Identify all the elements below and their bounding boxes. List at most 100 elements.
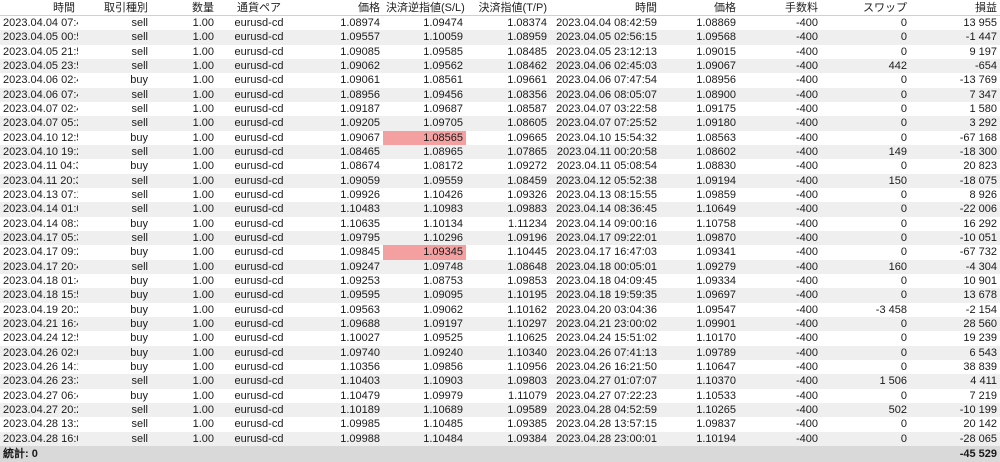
cell-close-price: 1.09697	[696, 289, 736, 302]
cell-take-profit: 1.09661	[507, 74, 547, 87]
table-row[interactable]: 2023.04.18 01:48:23 buy 1.00 eurusd-cd 1.092…	[0, 274, 1000, 288]
cell-trade-type: sell	[131, 403, 148, 416]
cell-open-time: 2023.04.07 02:42:23	[3, 102, 78, 115]
table-row[interactable]: 2023.04.27 20:25:32 sell 1.00 eurusd-cd 1.10…	[0, 402, 1000, 418]
table-row[interactable]: 2023.04.11 04:35:49 buy 1.00 eurusd-cd 1.086…	[0, 159, 1000, 173]
cell-close-price: 1.09859	[696, 188, 736, 201]
table-row[interactable]: 2023.04.06 02:46:29 buy 1.00 eurusd-cd 1.090…	[0, 73, 1000, 87]
cell-take-profit: 1.11234	[508, 217, 547, 230]
cell-trade-type: sell	[131, 102, 148, 115]
table-row[interactable]: 2023.04.28 16:03:15 sell 1.00 eurusd-cd 1.09…	[0, 431, 1000, 446]
column-header-stop-loss[interactable]: 決済逆指値(S/L)	[383, 0, 466, 16]
cell-swap: 0	[900, 160, 907, 173]
cell-open-time: 2023.04.27 20:25:32	[3, 403, 78, 416]
cell-symbol: eurusd-cd	[234, 217, 284, 230]
cell-commission: -400	[795, 59, 818, 72]
cell-open-price: 1.08674	[340, 160, 380, 173]
cell-swap: 1 506	[879, 375, 907, 388]
cell-trade-type: buy	[130, 217, 148, 230]
table-row[interactable]: 2023.04.07 02:42:23 sell 1.00 eurusd-cd 1.09…	[0, 102, 1000, 116]
column-header-open-time[interactable]: 時間	[0, 0, 78, 16]
cell-close-time: 2023.04.05 23:12:13	[556, 45, 657, 58]
table-row[interactable]: 2023.04.17 09:23:45 buy 1.00 eurusd-cd 1.098…	[0, 245, 1000, 260]
table-row[interactable]: 2023.04.06 07:47:55 sell 1.00 eurusd-cd 1.08…	[0, 87, 1000, 102]
cell-open-time: 2023.04.17 20:40:19	[3, 260, 78, 273]
cell-symbol: eurusd-cd	[234, 145, 284, 158]
cell-open-price: 1.09740	[340, 346, 380, 359]
table-row[interactable]: 2023.04.07 05:24:43 sell 1.00 eurusd-cd 1.09…	[0, 116, 1000, 131]
table-row[interactable]: 2023.04.26 23:33:26 sell 1.00 eurusd-cd 1.10…	[0, 374, 1000, 389]
column-header-close-time[interactable]: 時間	[550, 0, 660, 16]
table-row[interactable]: 2023.04.05 00:55:00 sell 1.00 eurusd-cd 1.09…	[0, 30, 1000, 45]
cell-take-profit: 1.11079	[508, 389, 547, 402]
cell-stop-loss: 1.09525	[423, 332, 463, 345]
cell-open-time: 2023.04.19 20:27:35	[3, 303, 78, 316]
cell-volume: 1.00	[192, 389, 214, 402]
column-header-volume[interactable]: 数量	[151, 0, 217, 16]
table-row[interactable]: 2023.04.11 20:39:07 sell 1.00 eurusd-cd 1.09…	[0, 173, 1000, 188]
cell-stop-loss: 1.09979	[423, 389, 463, 402]
cell-trade-type: buy	[130, 274, 148, 287]
cell-profit: 7 219	[969, 389, 997, 402]
table-row[interactable]: 2023.04.27 06:47:16 buy 1.00 eurusd-cd 1.104…	[0, 389, 1000, 403]
column-header-open-price[interactable]: 価格	[301, 0, 383, 16]
table-row[interactable]: 2023.04.24 12:59:01 buy 1.00 eurusd-cd 1.100…	[0, 331, 1000, 345]
table-row[interactable]: 2023.04.19 20:27:35 buy 1.00 eurusd-cd 1.095…	[0, 303, 1000, 317]
cell-close-price: 1.10170	[696, 332, 736, 345]
cell-swap: 0	[900, 203, 907, 216]
table-row[interactable]: 2023.04.10 12:51:23 buy 1.00 eurusd-cd 1.090…	[0, 130, 1000, 145]
cell-stop-loss: 1.09197	[423, 317, 463, 330]
cell-close-time: 2023.04.07 03:22:58	[556, 102, 657, 115]
cell-open-price: 1.09988	[340, 432, 380, 445]
cell-trade-type: buy	[130, 303, 148, 316]
cell-volume: 1.00	[192, 74, 214, 87]
table-row[interactable]: 2023.04.04 07:46:57 sell 1.00 eurusd-cd 1.08…	[0, 16, 1000, 30]
column-header-close-price[interactable]: 価格	[660, 0, 739, 16]
table-row[interactable]: 2023.04.17 20:40:19 sell 1.00 eurusd-cd 1.09…	[0, 259, 1000, 274]
column-header-trade-type[interactable]: 取引種別	[78, 0, 151, 16]
column-header-take-profit[interactable]: 決済指値(T/P)	[466, 0, 550, 16]
cell-symbol: eurusd-cd	[234, 102, 284, 115]
cell-commission: -400	[795, 375, 818, 388]
table-row[interactable]: 2023.04.21 16:46:02 buy 1.00 eurusd-cd 1.096…	[0, 316, 1000, 332]
column-header-symbol[interactable]: 通貨ペア	[217, 0, 301, 16]
cell-close-time: 2023.04.17 09:22:01	[556, 231, 657, 244]
cell-swap: 0	[900, 88, 907, 101]
table-row[interactable]: 2023.04.18 15:51:22 buy 1.00 eurusd-cd 1.095…	[0, 288, 1000, 303]
cell-profit: 38 839	[963, 360, 997, 373]
table-row[interactable]: 2023.04.10 19:26:30 sell 1.00 eurusd-cd 1.08…	[0, 144, 1000, 160]
table-row[interactable]: 2023.04.13 07:15:38 sell 1.00 eurusd-cd 1.09…	[0, 188, 1000, 202]
table-row[interactable]: 2023.04.05 23:51:32 sell 1.00 eurusd-cd 1.09…	[0, 58, 1000, 74]
column-header-commission[interactable]: 手数料	[739, 0, 821, 16]
cell-close-price: 1.09180	[696, 117, 736, 130]
cell-close-price: 1.10649	[696, 203, 736, 216]
cell-open-time: 2023.04.05 21:58:10	[3, 45, 78, 58]
table-row[interactable]: 2023.04.28 13:25:02 sell 1.00 eurusd-cd 1.09…	[0, 417, 1000, 431]
cell-volume: 1.00	[192, 203, 214, 216]
cell-trade-type: buy	[130, 346, 148, 359]
column-header-swap[interactable]: スワップ	[821, 0, 910, 16]
table-row[interactable]: 2023.04.14 08:37:24 buy 1.00 eurusd-cd 1.106…	[0, 217, 1000, 231]
cell-close-price: 1.10647	[696, 360, 736, 373]
cell-symbol: eurusd-cd	[234, 389, 284, 402]
cell-close-time: 2023.04.27 07:22:23	[556, 389, 657, 402]
cell-stop-loss: 1.10134	[423, 217, 463, 230]
table-row[interactable]: 2023.04.05 21:58:10 sell 1.00 eurusd-cd 1.09…	[0, 45, 1000, 59]
cell-take-profit: 1.09803	[507, 375, 547, 388]
column-header-profit[interactable]: 損益	[910, 0, 1000, 16]
table-row[interactable]: 2023.04.14 01:09:41 sell 1.00 eurusd-cd 1.10…	[0, 202, 1000, 217]
cell-volume: 1.00	[192, 45, 214, 58]
table-row[interactable]: 2023.04.26 02:04:02 buy 1.00 eurusd-cd 1.097…	[0, 345, 1000, 360]
table-row[interactable]: 2023.04.17 05:38:02 sell 1.00 eurusd-cd 1.09…	[0, 230, 1000, 246]
cell-open-price: 1.09563	[340, 303, 380, 316]
cell-commission: -400	[795, 432, 818, 445]
cell-profit: 1 580	[969, 102, 997, 115]
table-row[interactable]: 2023.04.26 14:12:30 buy 1.00 eurusd-cd 1.103…	[0, 360, 1000, 374]
cell-close-time: 2023.04.18 04:09:45	[556, 274, 657, 287]
table-footer: 統計: 0 -45 529	[0, 446, 1000, 462]
cell-volume: 1.00	[192, 346, 214, 359]
cell-commission: -400	[795, 289, 818, 302]
cell-take-profit: 1.10956	[507, 360, 547, 373]
cell-open-price: 1.09845	[340, 246, 380, 259]
cell-volume: 1.00	[192, 174, 214, 187]
